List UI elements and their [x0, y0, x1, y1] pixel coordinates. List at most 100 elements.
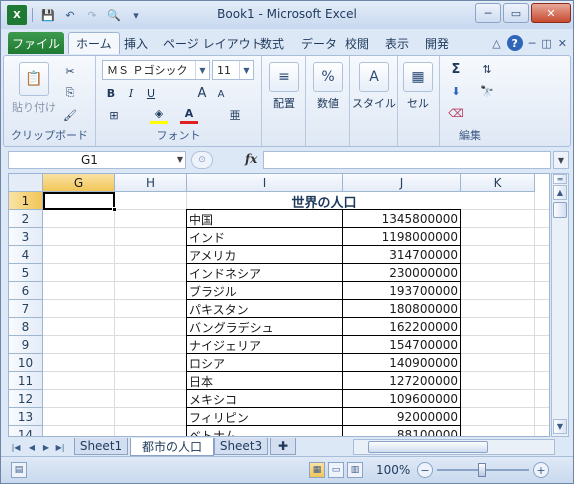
row-header[interactable]: 4: [9, 246, 43, 264]
country-cell[interactable]: 日本: [187, 372, 343, 390]
tab-developer[interactable]: 開発: [425, 32, 449, 54]
row-header[interactable]: 14: [9, 426, 43, 436]
zoom-in-button[interactable]: +: [533, 462, 549, 478]
number-button[interactable]: % 数値: [313, 62, 343, 111]
country-cell[interactable]: パキスタン: [187, 300, 343, 318]
row-header[interactable]: 12: [9, 390, 43, 408]
prev-sheet-icon[interactable]: ◀: [26, 440, 38, 454]
minimize-button[interactable]: ─: [475, 3, 501, 23]
first-sheet-icon[interactable]: |◀: [10, 440, 22, 454]
alignment-button[interactable]: ≡ 配置: [269, 62, 299, 111]
zoom-slider-thumb[interactable]: [478, 463, 486, 477]
last-sheet-icon[interactable]: ▶|: [54, 440, 66, 454]
font-color-button[interactable]: A: [180, 106, 198, 124]
vertical-scrollbar[interactable]: ═ ▲ ▼: [551, 173, 569, 437]
population-cell[interactable]: 140900000: [343, 354, 461, 372]
styles-button[interactable]: A スタイル: [352, 62, 396, 111]
find-select-icon[interactable]: 🔭: [476, 82, 498, 100]
horizontal-scroll-thumb[interactable]: [368, 441, 488, 453]
country-cell[interactable]: 中国: [187, 210, 343, 228]
tab-review[interactable]: 校閲: [345, 32, 369, 54]
vertical-scroll-thumb[interactable]: [553, 202, 567, 218]
next-sheet-icon[interactable]: ▶: [40, 440, 52, 454]
worksheet-grid[interactable]: G H I J K 1 2 3 4 5 6 7 8 9 10 11 12 13 14 世界の人口 中国 134580000…: [8, 173, 550, 437]
country-cell[interactable]: メキシコ: [187, 390, 343, 408]
tab-insert[interactable]: 挿入: [124, 32, 148, 54]
bold-button[interactable]: B: [104, 84, 118, 102]
row-header[interactable]: 8: [9, 318, 43, 336]
selected-cell[interactable]: [43, 192, 115, 210]
help-icon[interactable]: ?: [506, 35, 523, 51]
font-size-combo[interactable]: 11 ▼: [212, 60, 254, 80]
tab-home[interactable]: ホーム: [68, 32, 120, 54]
fill-handle[interactable]: [112, 207, 117, 212]
tab-data[interactable]: データ: [301, 32, 337, 54]
country-cell[interactable]: ナイジェリア: [187, 336, 343, 354]
doc-close-icon[interactable]: ✕: [558, 37, 567, 50]
split-handle[interactable]: ═: [553, 174, 567, 184]
tab-file[interactable]: ファイル: [8, 32, 64, 54]
macro-record-icon[interactable]: ▤: [11, 462, 27, 478]
population-cell[interactable]: 92000000: [343, 408, 461, 426]
insert-function-button[interactable]: fx: [245, 152, 257, 166]
doc-minimize-icon[interactable]: ─: [529, 37, 536, 50]
row-header[interactable]: 2: [9, 210, 43, 228]
country-cell[interactable]: ロシア: [187, 354, 343, 372]
population-cell[interactable]: 127200000: [343, 372, 461, 390]
autosum-button[interactable]: Σ: [446, 60, 466, 78]
column-header[interactable]: K: [461, 174, 535, 192]
row-header[interactable]: 11: [9, 372, 43, 390]
row-header[interactable]: 7: [9, 300, 43, 318]
zoom-out-button[interactable]: −: [417, 462, 433, 478]
sort-filter-icon[interactable]: ⇅: [476, 60, 498, 78]
column-header[interactable]: I: [187, 174, 343, 192]
underline-button[interactable]: U: [144, 84, 158, 102]
row-header[interactable]: 3: [9, 228, 43, 246]
chevron-down-icon[interactable]: ▼: [177, 155, 183, 164]
population-cell[interactable]: 162200000: [343, 318, 461, 336]
scroll-down-icon[interactable]: ▼: [553, 419, 567, 434]
row-header[interactable]: 10: [9, 354, 43, 372]
country-cell[interactable]: インド: [187, 228, 343, 246]
select-all-corner[interactable]: [9, 174, 43, 192]
tab-page-layout[interactable]: ページ レイアウト: [163, 32, 263, 54]
column-header[interactable]: H: [115, 174, 187, 192]
normal-view-icon[interactable]: ▦: [309, 462, 325, 478]
insert-sheet-icon[interactable]: ✚: [270, 438, 296, 455]
sheet-tab-active[interactable]: 都市の人口: [130, 438, 214, 456]
close-button[interactable]: ✕: [531, 3, 571, 23]
zoom-level[interactable]: 100%: [376, 463, 410, 477]
borders-icon[interactable]: ⊞: [104, 106, 124, 124]
clear-icon[interactable]: ⌫: [446, 104, 466, 122]
country-cell[interactable]: インドネシア: [187, 264, 343, 282]
font-name-combo[interactable]: ＭＳ Ｐゴシック ▼: [102, 60, 210, 80]
row-header[interactable]: 9: [9, 336, 43, 354]
paste-button[interactable]: 📋 貼り付け: [12, 62, 56, 115]
population-cell[interactable]: 88100000: [343, 426, 461, 436]
phonetic-icon[interactable]: 亜: [226, 106, 244, 124]
grow-font-button[interactable]: A: [194, 84, 210, 102]
fill-icon[interactable]: ⬇: [446, 82, 466, 100]
cut-icon[interactable]: ✂: [62, 62, 78, 80]
population-cell[interactable]: 230000000: [343, 264, 461, 282]
formula-input[interactable]: [263, 151, 551, 169]
population-cell[interactable]: 1345800000: [343, 210, 461, 228]
population-cell[interactable]: 314700000: [343, 246, 461, 264]
sheet-tab-sheet1[interactable]: Sheet1: [74, 438, 128, 455]
italic-button[interactable]: I: [124, 84, 138, 102]
population-cell[interactable]: 180800000: [343, 300, 461, 318]
country-cell[interactable]: ブラジル: [187, 282, 343, 300]
table-title[interactable]: 世界の人口: [187, 192, 461, 210]
maximize-button[interactable]: ▭: [503, 3, 529, 23]
column-header[interactable]: G: [43, 174, 115, 192]
column-header[interactable]: J: [343, 174, 461, 192]
population-cell[interactable]: 109600000: [343, 390, 461, 408]
expand-formula-icon[interactable]: ▼: [553, 151, 569, 169]
page-layout-view-icon[interactable]: ▭: [328, 462, 344, 478]
tab-view[interactable]: 表示: [385, 32, 409, 54]
row-header[interactable]: 1: [9, 192, 43, 210]
row-header[interactable]: 13: [9, 408, 43, 426]
row-header[interactable]: 5: [9, 264, 43, 282]
cells-button[interactable]: ▦ セル: [403, 62, 433, 111]
country-cell[interactable]: アメリカ: [187, 246, 343, 264]
